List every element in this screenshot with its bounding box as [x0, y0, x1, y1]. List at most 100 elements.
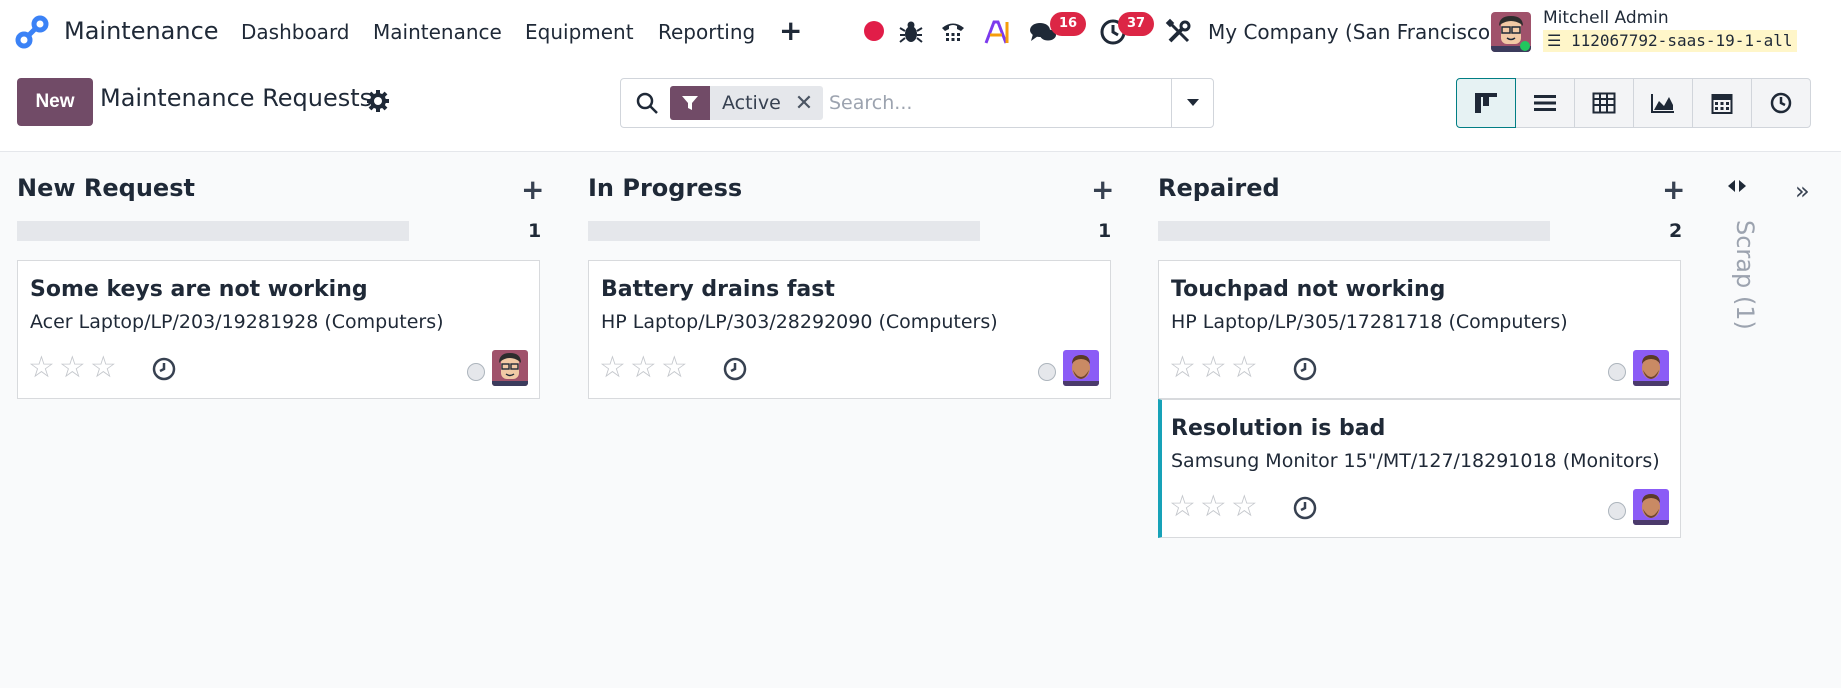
company-switcher[interactable]: My Company (San Francisco): [1208, 20, 1498, 44]
record-icon[interactable]: [864, 21, 884, 41]
star-icon[interactable]: ☆: [630, 353, 657, 383]
column-count: 2: [1669, 220, 1683, 242]
assignee-avatar[interactable]: [492, 350, 528, 386]
database-icon: ☰: [1547, 31, 1562, 50]
activity-clock-icon[interactable]: [1293, 357, 1317, 381]
expand-columns-icon[interactable]: »: [1795, 177, 1810, 205]
remove-facet-icon[interactable]: ✕: [795, 91, 813, 116]
menu-maintenance[interactable]: Maintenance: [373, 20, 502, 44]
fold-column-icon[interactable]: [1725, 178, 1749, 194]
column-title-new-request[interactable]: New Request: [17, 174, 195, 202]
menu-reporting[interactable]: Reporting: [658, 20, 755, 44]
add-menu-icon[interactable]: +: [779, 14, 802, 47]
search-options-toggle[interactable]: [1171, 79, 1214, 127]
star-icon[interactable]: ☆: [1231, 492, 1258, 522]
search-icon[interactable]: [635, 91, 659, 115]
activity-clock-icon[interactable]: [1293, 496, 1317, 520]
filter-icon: [670, 86, 710, 120]
user-avatar[interactable]: [1491, 12, 1531, 52]
star-icon[interactable]: ☆: [28, 353, 55, 383]
view-calendar-button[interactable]: [1692, 78, 1752, 128]
assignee-avatar[interactable]: [1633, 489, 1669, 525]
view-pivot-button[interactable]: [1574, 78, 1634, 128]
caret-down-icon: [1187, 99, 1199, 106]
column-add-new-request-button[interactable]: +: [521, 173, 544, 206]
view-list-button[interactable]: [1515, 78, 1575, 128]
gear-icon[interactable]: [366, 89, 390, 113]
view-activity-button[interactable]: [1751, 78, 1811, 128]
pivot-icon: [1592, 92, 1616, 114]
card-equipment: Acer Laptop/LP/203/19281928 (Computers): [30, 311, 444, 333]
column-add-repaired-button[interactable]: +: [1662, 173, 1685, 206]
activity-icon: [1770, 92, 1792, 114]
assignee-avatar[interactable]: [1063, 350, 1099, 386]
app-logo-icon[interactable]: [14, 14, 50, 50]
search-bar: Active ✕: [620, 78, 1214, 128]
database-tag: ☰ 112067792-saas-19-1-all: [1543, 30, 1797, 52]
card-equipment: HP Laptop/LP/305/17281718 (Computers): [1171, 311, 1568, 333]
ai-icon[interactable]: [983, 18, 1011, 46]
app-name[interactable]: Maintenance: [64, 17, 219, 45]
kanban-card[interactable]: Touchpad not working HP Laptop/LP/305/17…: [1158, 260, 1681, 399]
view-graph-button[interactable]: [1633, 78, 1693, 128]
view-switcher: [1456, 78, 1811, 128]
kanban-state-dot[interactable]: [1608, 363, 1626, 381]
list-icon: [1534, 95, 1556, 111]
star-icon[interactable]: ☆: [1231, 353, 1258, 383]
column-progress-bar: [1158, 221, 1550, 241]
kanban-state-dot[interactable]: [467, 363, 485, 381]
activity-clock-icon[interactable]: [152, 357, 176, 381]
assignee-avatar[interactable]: [1633, 350, 1669, 386]
column-title-repaired[interactable]: Repaired: [1158, 174, 1280, 202]
column-add-in-progress-button[interactable]: +: [1091, 173, 1114, 206]
filter-facet-label: Active: [722, 92, 781, 114]
card-title: Battery drains fast: [601, 277, 835, 302]
card-title: Some keys are not working: [30, 277, 368, 302]
kanban-card[interactable]: Some keys are not working Acer Laptop/LP…: [17, 260, 540, 399]
bug-icon[interactable]: [897, 18, 925, 46]
column-title-in-progress[interactable]: In Progress: [588, 174, 742, 202]
priority-stars: ☆ ☆ ☆: [599, 353, 688, 383]
star-icon[interactable]: ☆: [1200, 353, 1227, 383]
priority-stars: ☆ ☆ ☆: [1169, 492, 1258, 522]
column-progress-bar: [588, 221, 980, 241]
kanban-card[interactable]: Resolution is bad Samsung Monitor 15"/MT…: [1158, 399, 1681, 538]
priority-stars: ☆ ☆ ☆: [28, 353, 117, 383]
menu-dashboard[interactable]: Dashboard: [241, 20, 350, 44]
column-count: 1: [528, 220, 542, 242]
activities-badge: 37: [1118, 12, 1155, 36]
settings-tools-icon[interactable]: [1165, 18, 1193, 46]
card-equipment: Samsung Monitor 15"/MT/127/18291018 (Mon…: [1171, 450, 1660, 472]
search-input[interactable]: [829, 87, 1189, 119]
kanban-card[interactable]: Battery drains fast HP Laptop/LP/303/282…: [588, 260, 1111, 399]
card-equipment: HP Laptop/LP/303/28292090 (Computers): [601, 311, 998, 333]
kanban-state-dot[interactable]: [1038, 363, 1056, 381]
star-icon[interactable]: ☆: [1169, 353, 1196, 383]
star-icon[interactable]: ☆: [1200, 492, 1227, 522]
database-name: 112067792-saas-19-1-all: [1570, 31, 1793, 50]
star-icon[interactable]: ☆: [90, 353, 117, 383]
folded-column-scrap[interactable]: Scrap (1): [1719, 220, 1759, 340]
menu-equipment[interactable]: Equipment: [525, 20, 634, 44]
column-count: 1: [1098, 220, 1112, 242]
user-name[interactable]: Mitchell Admin: [1543, 8, 1669, 28]
calendar-icon: [1711, 94, 1733, 114]
page-title: Maintenance Requests: [100, 84, 373, 112]
card-title: Touchpad not working: [1171, 277, 1446, 302]
control-panel: New Maintenance Requests Active ✕: [0, 64, 1841, 152]
card-title: Resolution is bad: [1171, 416, 1386, 441]
kanban-state-dot[interactable]: [1608, 502, 1626, 520]
priority-stars: ☆ ☆ ☆: [1169, 353, 1258, 383]
view-kanban-button[interactable]: [1456, 78, 1516, 128]
activity-clock-icon[interactable]: [723, 357, 747, 381]
star-icon[interactable]: ☆: [661, 353, 688, 383]
column-progress-bar: [17, 221, 409, 241]
new-button[interactable]: New: [17, 78, 93, 126]
kanban-icon: [1475, 93, 1497, 113]
star-icon[interactable]: ☆: [59, 353, 86, 383]
filter-facet: Active ✕: [670, 86, 824, 120]
graph-icon: [1651, 94, 1674, 113]
star-icon[interactable]: ☆: [599, 353, 626, 383]
phone-icon[interactable]: [939, 18, 967, 46]
star-icon[interactable]: ☆: [1169, 492, 1196, 522]
